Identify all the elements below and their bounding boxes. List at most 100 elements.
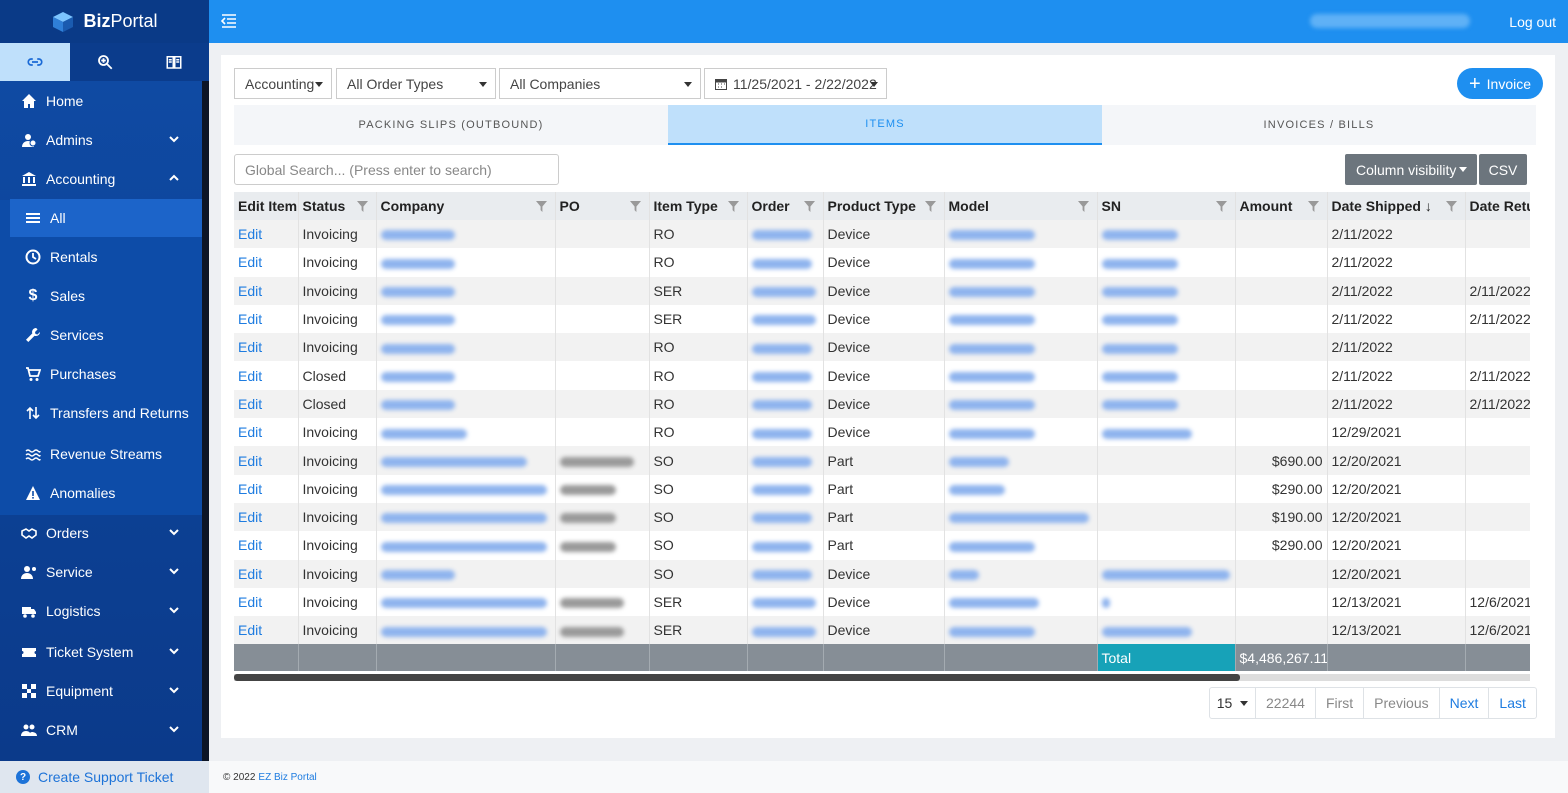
calendar-icon	[715, 78, 727, 90]
nav-transfers-returns[interactable]: Transfers and Returns	[0, 394, 202, 432]
filter-icon[interactable]	[1215, 201, 1227, 212]
tab-items[interactable]: ITEMS	[668, 105, 1102, 145]
edit-link[interactable]: Edit	[234, 559, 299, 588]
edit-link[interactable]: Edit	[234, 333, 299, 362]
edit-link[interactable]: Edit	[234, 474, 299, 503]
nav-admins[interactable]: Admins	[0, 121, 202, 159]
column-header[interactable]: SN	[1097, 192, 1236, 220]
filter-icon[interactable]	[1307, 201, 1319, 212]
amount-cell	[1235, 587, 1328, 617]
column-header[interactable]: Order	[747, 192, 824, 220]
nav-home[interactable]: Home	[0, 82, 202, 120]
redacted-value	[751, 287, 816, 298]
item-type-cell: RO	[649, 361, 748, 390]
column-header[interactable]: Product Type	[823, 192, 945, 220]
nav-services[interactable]: Services	[0, 316, 202, 354]
collapse-menu-icon[interactable]	[221, 13, 237, 29]
table-footer-row: Total $4,486,267.11	[234, 644, 1530, 672]
page-size-select[interactable]: 15	[1210, 688, 1256, 718]
companies-dropdown[interactable]: All Companies	[499, 68, 701, 99]
sn-cell	[1097, 304, 1236, 334]
last-page-button[interactable]: Last	[1489, 688, 1535, 718]
ez-biz-portal-link[interactable]: EZ Biz Portal	[258, 772, 316, 783]
category-dropdown[interactable]: Accounting	[234, 68, 332, 99]
company-cell	[376, 418, 556, 447]
redacted-value	[1101, 428, 1192, 439]
column-header[interactable]: Amount	[1235, 192, 1328, 220]
brand[interactable]: Biz Portal	[0, 0, 209, 43]
add-invoice-button[interactable]: + Invoice	[1457, 68, 1543, 99]
tab-invoices-bills[interactable]: INVOICES / BILLS	[1102, 105, 1536, 145]
dollar-icon: $	[28, 287, 38, 304]
filter-icon[interactable]	[727, 201, 739, 212]
edit-link[interactable]: Edit	[234, 304, 299, 334]
column-header[interactable]: Date Shipped ↓	[1327, 192, 1466, 220]
edit-link[interactable]: Edit	[234, 248, 299, 277]
edit-link[interactable]: Edit	[234, 446, 299, 475]
edit-link[interactable]: Edit	[234, 276, 299, 305]
csv-button[interactable]: CSV	[1479, 154, 1527, 185]
filter-icon[interactable]	[356, 201, 368, 212]
filter-icon[interactable]	[535, 201, 547, 212]
edit-link[interactable]: Edit	[234, 220, 299, 249]
scrollbar-thumb[interactable]	[234, 674, 1240, 681]
logout-link[interactable]: Log out	[1509, 14, 1556, 30]
nav-logistics[interactable]: Logistics	[0, 592, 202, 630]
sn-cell	[1097, 248, 1236, 277]
edit-link[interactable]: Edit	[234, 389, 299, 419]
global-search-input[interactable]: Global Search... (Press enter to search)	[234, 154, 559, 185]
filter-icon[interactable]	[1445, 201, 1457, 212]
next-page-button[interactable]: Next	[1440, 688, 1490, 718]
column-header[interactable]: PO	[555, 192, 650, 220]
nav-rentals[interactable]: Rentals	[0, 238, 202, 276]
question-icon: ?	[16, 770, 30, 784]
edit-link[interactable]: Edit	[234, 587, 299, 617]
nav-accounting[interactable]: Accounting	[0, 160, 202, 198]
column-visibility-button[interactable]: Column visibility	[1345, 154, 1477, 185]
column-header[interactable]: Item Type	[649, 192, 748, 220]
column-header[interactable]: Edit Item	[234, 192, 299, 220]
first-page-button[interactable]: First	[1316, 688, 1365, 718]
tab-packing-slips[interactable]: PACKING SLIPS (OUTBOUND)	[234, 105, 668, 145]
nav-service[interactable]: Service	[0, 553, 202, 591]
column-header[interactable]: Company	[376, 192, 556, 220]
product-type-cell: Device	[823, 304, 945, 334]
edit-link[interactable]: Edit	[234, 531, 299, 560]
model-cell	[944, 616, 1098, 645]
filter-icon[interactable]	[803, 201, 815, 212]
column-header[interactable]: Status	[298, 192, 377, 220]
nav-sales[interactable]: $ Sales	[0, 277, 202, 315]
table-horizontal-scrollbar[interactable]	[234, 674, 1530, 681]
nav-anomalies[interactable]: Anomalies	[0, 474, 202, 512]
nav-purchases[interactable]: Purchases	[0, 355, 202, 393]
filter-icon[interactable]	[924, 201, 936, 212]
edit-link[interactable]: Edit	[234, 502, 299, 532]
create-support-ticket-link[interactable]: ? Create Support Ticket	[0, 761, 209, 793]
stream-icon	[24, 445, 42, 463]
nav-ticket-system[interactable]: Ticket System	[0, 633, 202, 671]
search-tab[interactable]	[69, 43, 140, 81]
table-row: Edit Invoicing RO Device 12/29/2021	[234, 418, 1530, 447]
date-shipped-cell: 2/11/2022	[1327, 361, 1466, 390]
nav-equipment[interactable]: Equipment	[0, 672, 202, 710]
column-header[interactable]: Date Retu	[1465, 192, 1530, 220]
filter-icon[interactable]	[629, 201, 641, 212]
column-header[interactable]: Model	[944, 192, 1098, 220]
date-range-picker[interactable]: 11/25/2021 - 2/22/2022	[704, 68, 887, 99]
date-shipped-cell: 12/20/2021	[1327, 531, 1466, 560]
nav-revenue-streams[interactable]: Revenue Streams	[0, 435, 202, 473]
filter-icon[interactable]	[1077, 201, 1089, 212]
nav-crm[interactable]: CRM	[0, 711, 202, 749]
order-types-dropdown[interactable]: All Order Types	[336, 68, 496, 99]
book-tab[interactable]	[139, 43, 210, 81]
nav-accounting-all[interactable]: All	[10, 199, 202, 237]
sidebar-scrollbar[interactable]	[202, 81, 209, 761]
edit-link[interactable]: Edit	[234, 361, 299, 390]
links-tab[interactable]	[0, 43, 70, 81]
product-type-cell: Part	[823, 531, 945, 560]
edit-link[interactable]: Edit	[234, 418, 299, 447]
nav-label: Anomalies	[50, 485, 116, 501]
previous-page-button[interactable]: Previous	[1364, 688, 1440, 718]
edit-link[interactable]: Edit	[234, 616, 299, 645]
nav-orders[interactable]: Orders	[0, 514, 202, 552]
